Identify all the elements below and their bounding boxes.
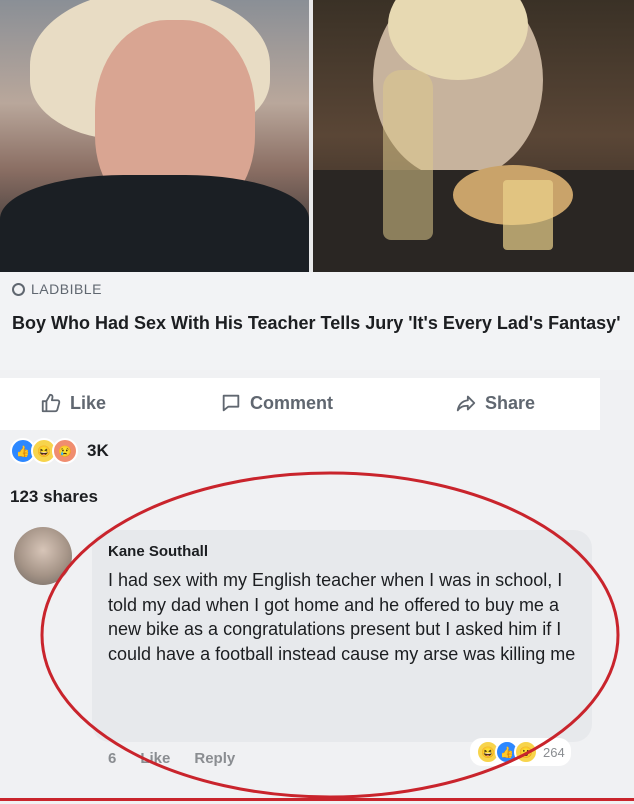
bottom-red-line	[0, 798, 634, 801]
highlight-ellipse	[40, 471, 620, 799]
highlight-circle	[40, 471, 620, 799]
